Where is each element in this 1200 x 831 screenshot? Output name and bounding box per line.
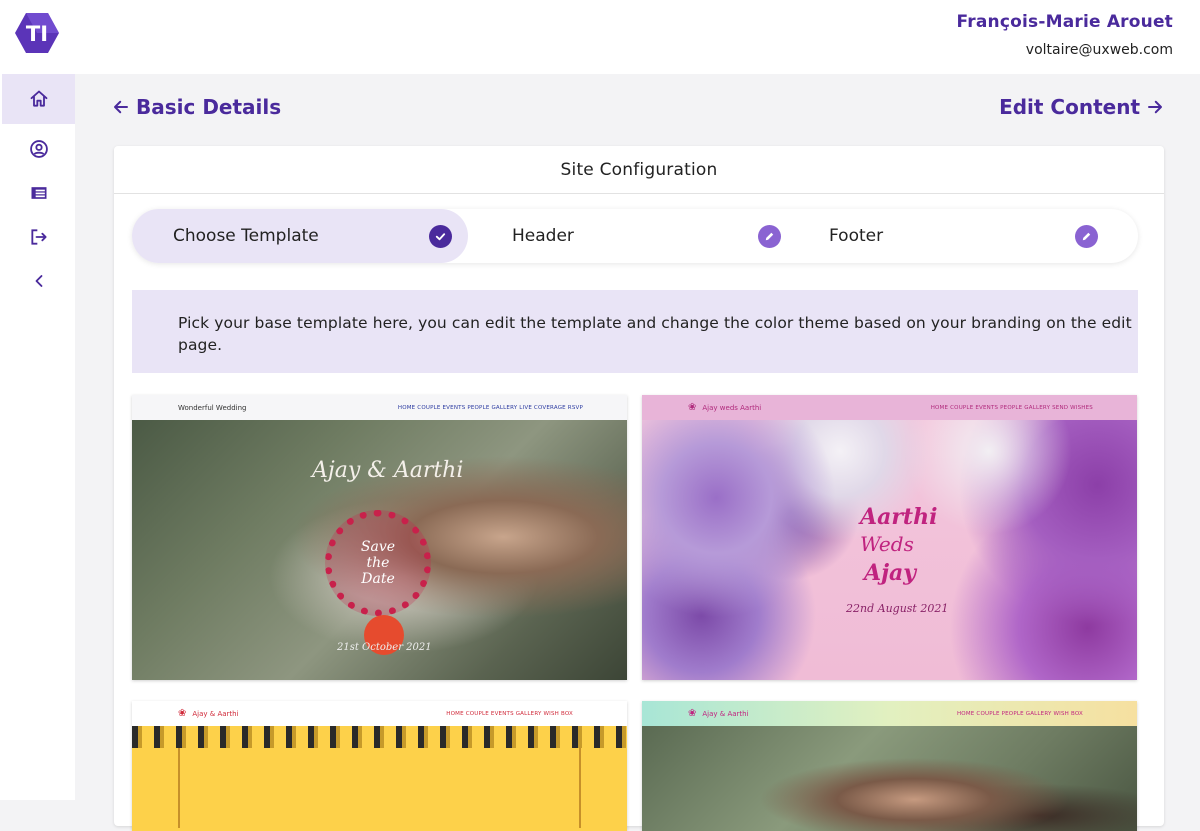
ganesha-icon: ❀	[178, 708, 187, 719]
logo-text: TI	[26, 22, 48, 46]
template-couple-name: Ajay & Aarthi	[312, 458, 464, 483]
sidebar-item-list[interactable]	[2, 168, 75, 218]
decorative-border	[132, 726, 627, 748]
template-date: 22nd August 2021	[846, 602, 949, 615]
step-header[interactable]: Header	[468, 209, 803, 263]
save-the-date-wreath: Save the Date	[325, 510, 431, 616]
config-stepper: Choose Template Header Footer	[132, 209, 1138, 263]
template-preview-navbar: ❀ Ajay weds Aarthi HOME COUPLE EVENTS PE…	[642, 395, 1137, 420]
template-preview-photo	[132, 726, 627, 831]
user-name: François-Marie Arouet	[956, 12, 1173, 32]
chevron-left-icon	[35, 275, 42, 287]
template-brand: Wonderful Wedding	[178, 403, 247, 412]
template-brand: ❀ Ajay & Aarthi	[688, 708, 749, 719]
template-menu: HOME COUPLE EVENTS GALLERY WISH BOX	[446, 710, 573, 717]
back-link-label: Basic Details	[136, 95, 282, 119]
step-label: Footer	[829, 226, 884, 246]
sidebar-item-account[interactable]	[2, 124, 75, 174]
card-title: Site Configuration	[114, 146, 1164, 194]
logout-icon	[30, 229, 47, 245]
sidebar-item-home[interactable]	[2, 74, 75, 124]
top-bar: TI François-Marie Arouet voltaire@uxweb.…	[0, 0, 1200, 74]
template-card-1[interactable]: Wonderful Wedding HOME COUPLE EVENTS PEO…	[132, 395, 627, 680]
list-icon	[31, 187, 46, 199]
banner-text: Pick your base template here, you can ed…	[178, 314, 1132, 354]
arrow-right-icon	[1148, 100, 1162, 114]
user-email: voltaire@uxweb.com	[1025, 42, 1173, 58]
back-link[interactable]: Basic Details	[112, 95, 281, 119]
hanging-decoration-left	[178, 748, 180, 828]
template-line-1: Aarthi	[860, 504, 938, 530]
ganesha-icon: ❀	[688, 402, 697, 413]
user-info[interactable]: François-Marie Arouet voltaire@uxweb.com	[957, 12, 1173, 58]
app-logo[interactable]: TI	[14, 12, 60, 54]
save-the-date-text: Save the Date	[360, 539, 396, 587]
template-preview-navbar: ❀ Ajay & Aarthi HOME COUPLE PEOPLE GALLE…	[642, 701, 1137, 726]
template-line-2: Weds	[860, 532, 914, 556]
next-link-label: Edit Content	[999, 95, 1140, 119]
template-line-3: Ajay	[864, 560, 917, 586]
info-banner: Pick your base template here, you can ed…	[132, 290, 1138, 373]
ganesha-icon: ❀	[688, 708, 697, 719]
account-circle-icon	[29, 140, 48, 158]
step-label: Header	[512, 226, 574, 246]
template-brand-text: Ajay & Aarthi	[702, 709, 749, 718]
template-card-2[interactable]: ❀ Ajay weds Aarthi HOME COUPLE EVENTS PE…	[642, 395, 1137, 680]
template-preview-photo: Ajay & Aarthi Save the Date 21st October…	[132, 420, 627, 680]
template-preview-photo: Aarthi Weds Ajay 22nd August 2021	[642, 420, 1137, 680]
check-icon	[429, 225, 452, 248]
template-preview-photo	[642, 726, 1137, 831]
template-brand-text: Ajay weds Aarthi	[702, 403, 762, 412]
sidebar	[0, 74, 75, 800]
home-icon	[30, 90, 47, 107]
template-brand-text: Ajay & Aarthi	[192, 709, 239, 718]
step-footer[interactable]: Footer	[803, 209, 1138, 263]
next-link[interactable]: Edit Content	[999, 95, 1164, 119]
pencil-icon	[758, 225, 781, 248]
step-choose-template[interactable]: Choose Template	[132, 209, 468, 263]
template-card-4[interactable]: ❀ Ajay & Aarthi HOME COUPLE PEOPLE GALLE…	[642, 701, 1137, 831]
template-card-3[interactable]: ❀ Ajay & Aarthi HOME COUPLE EVENTS GALLE…	[132, 701, 627, 831]
template-date: 21st October 2021	[337, 642, 432, 653]
template-brand: ❀ Ajay weds Aarthi	[688, 402, 761, 413]
step-label: Choose Template	[173, 226, 319, 246]
template-menu: HOME COUPLE PEOPLE GALLERY WISH BOX	[956, 710, 1083, 717]
site-configuration-card: Site Configuration Choose Template Heade…	[114, 146, 1164, 831]
sidebar-item-logout[interactable]	[2, 212, 75, 262]
sidebar-collapse[interactable]	[2, 256, 75, 306]
template-preview-navbar: ❀ Ajay & Aarthi HOME COUPLE EVENTS GALLE…	[132, 701, 627, 726]
hanging-decoration-right	[579, 748, 581, 828]
arrow-left-icon	[114, 100, 128, 114]
template-preview-navbar: Wonderful Wedding HOME COUPLE EVENTS PEO…	[132, 395, 627, 420]
template-menu: HOME COUPLE EVENTS PEOPLE GALLERY SEND W…	[930, 404, 1093, 411]
template-menu: HOME COUPLE EVENTS PEOPLE GALLERY LIVE C…	[397, 404, 583, 411]
template-brand: ❀ Ajay & Aarthi	[178, 708, 239, 719]
pencil-icon	[1075, 225, 1098, 248]
